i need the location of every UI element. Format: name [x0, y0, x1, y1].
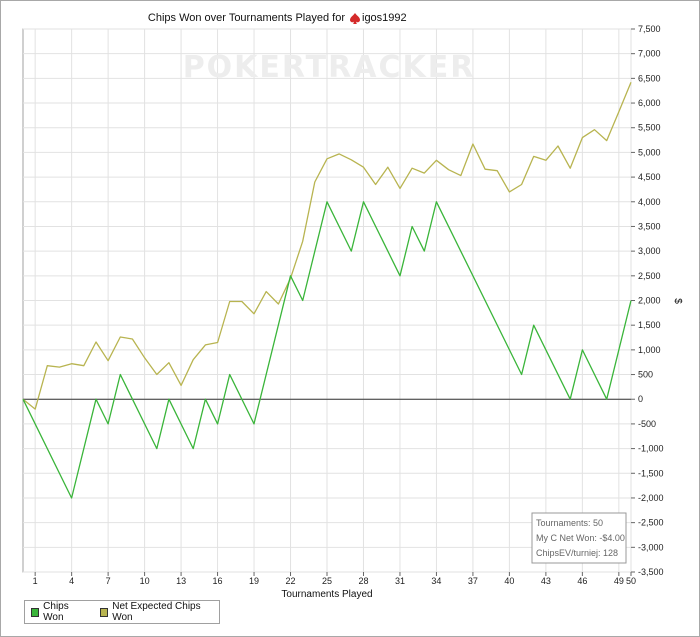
y-tick-label: -500	[638, 419, 656, 429]
legend-label-net-expected: Net Expected Chips Won	[112, 601, 201, 623]
legend: Chips Won Net Expected Chips Won	[24, 600, 220, 624]
watermark: POKERTRACKER	[183, 50, 476, 85]
y-tick-label: -3,500	[638, 567, 664, 577]
stats-net-won: My C Net Won: -$4.00	[536, 533, 625, 543]
chart-title: Chips Won over Tournaments Played for	[148, 12, 345, 24]
x-tick-label: 28	[358, 576, 368, 586]
x-tick-label: 25	[322, 576, 332, 586]
y-tick-label: -3,000	[638, 542, 664, 552]
y-tick-label: 4,500	[638, 172, 661, 182]
x-tick-label: 1	[33, 576, 38, 586]
x-tick-label: 13	[176, 576, 186, 586]
y-tick-label: -2,500	[638, 518, 664, 528]
player-name: igos1992	[362, 12, 407, 24]
stats-box: Tournaments: 50 My C Net Won: -$4.00 Chi…	[531, 512, 627, 564]
y-tick-label: 7,500	[638, 24, 661, 34]
x-tick-label: 46	[577, 576, 587, 586]
x-tick-label: 50	[626, 576, 636, 586]
x-tick-label: 34	[431, 576, 441, 586]
spade-icon	[350, 13, 360, 24]
legend-item-net-expected: Net Expected Chips Won	[100, 601, 211, 623]
y-tick-label: 3,500	[638, 221, 661, 231]
y-tick-label: -1,000	[638, 444, 664, 454]
x-tick-label: 4	[69, 576, 74, 586]
x-tick-label: 19	[249, 576, 259, 586]
x-tick-label: 37	[468, 576, 478, 586]
y-tick-label: 2,000	[638, 296, 661, 306]
x-tick-label: 7	[106, 576, 111, 586]
x-tick-label: 22	[286, 576, 296, 586]
y-tick-label: 1,000	[638, 345, 661, 355]
y-tick-label: 6,500	[638, 73, 661, 83]
y-tick-label: 6,000	[638, 98, 661, 108]
y-tick-label: 1,500	[638, 320, 661, 330]
stats-tournaments: Tournaments: 50	[536, 518, 603, 528]
legend-swatch-net-expected	[100, 607, 109, 617]
x-tick-label: 40	[504, 576, 514, 586]
x-axis: 1 4 7 10 13 16 19 22 25 28 31 34 37 40 43 46 49 50	[33, 572, 636, 586]
chart-svg: Chips Won over Tournaments Played for ig…	[22, 12, 683, 600]
y-tick-label: 0	[638, 394, 643, 404]
y-axis: -3,500 -3,000 -2,500 -2,000 -1,500 -1,000 -500…	[631, 24, 664, 577]
y-axis-title: $	[672, 298, 683, 304]
legend-item-chips-won: Chips Won	[31, 601, 86, 623]
x-tick-label: 49	[614, 576, 624, 586]
x-axis-title: Tournaments Played	[281, 589, 372, 600]
y-tick-label: 7,000	[638, 49, 661, 59]
y-tick-label: -2,000	[638, 493, 664, 503]
y-tick-label: 500	[638, 370, 653, 380]
x-tick-label: 10	[140, 576, 150, 586]
chart-window: Chips Won over Tournaments Played for ig…	[0, 0, 700, 637]
y-tick-label: 3,000	[638, 246, 661, 256]
stats-chips-ev: ChipsEV/turniej: 128	[536, 548, 618, 558]
y-tick-label: -1,500	[638, 468, 664, 478]
y-tick-label: 2,500	[638, 271, 661, 281]
chart-title-group: Chips Won over Tournaments Played for ig…	[148, 12, 407, 24]
legend-swatch-chips-won	[31, 607, 40, 617]
y-tick-label: 4,000	[638, 197, 661, 207]
x-tick-label: 43	[541, 576, 551, 586]
legend-label-chips-won: Chips Won	[43, 601, 69, 623]
x-tick-label: 31	[395, 576, 405, 586]
x-tick-label: 16	[213, 576, 223, 586]
plot-area: POKERTRACKER	[22, 28, 632, 573]
y-tick-label: 5,500	[638, 123, 661, 133]
y-tick-label: 5,000	[638, 147, 661, 157]
